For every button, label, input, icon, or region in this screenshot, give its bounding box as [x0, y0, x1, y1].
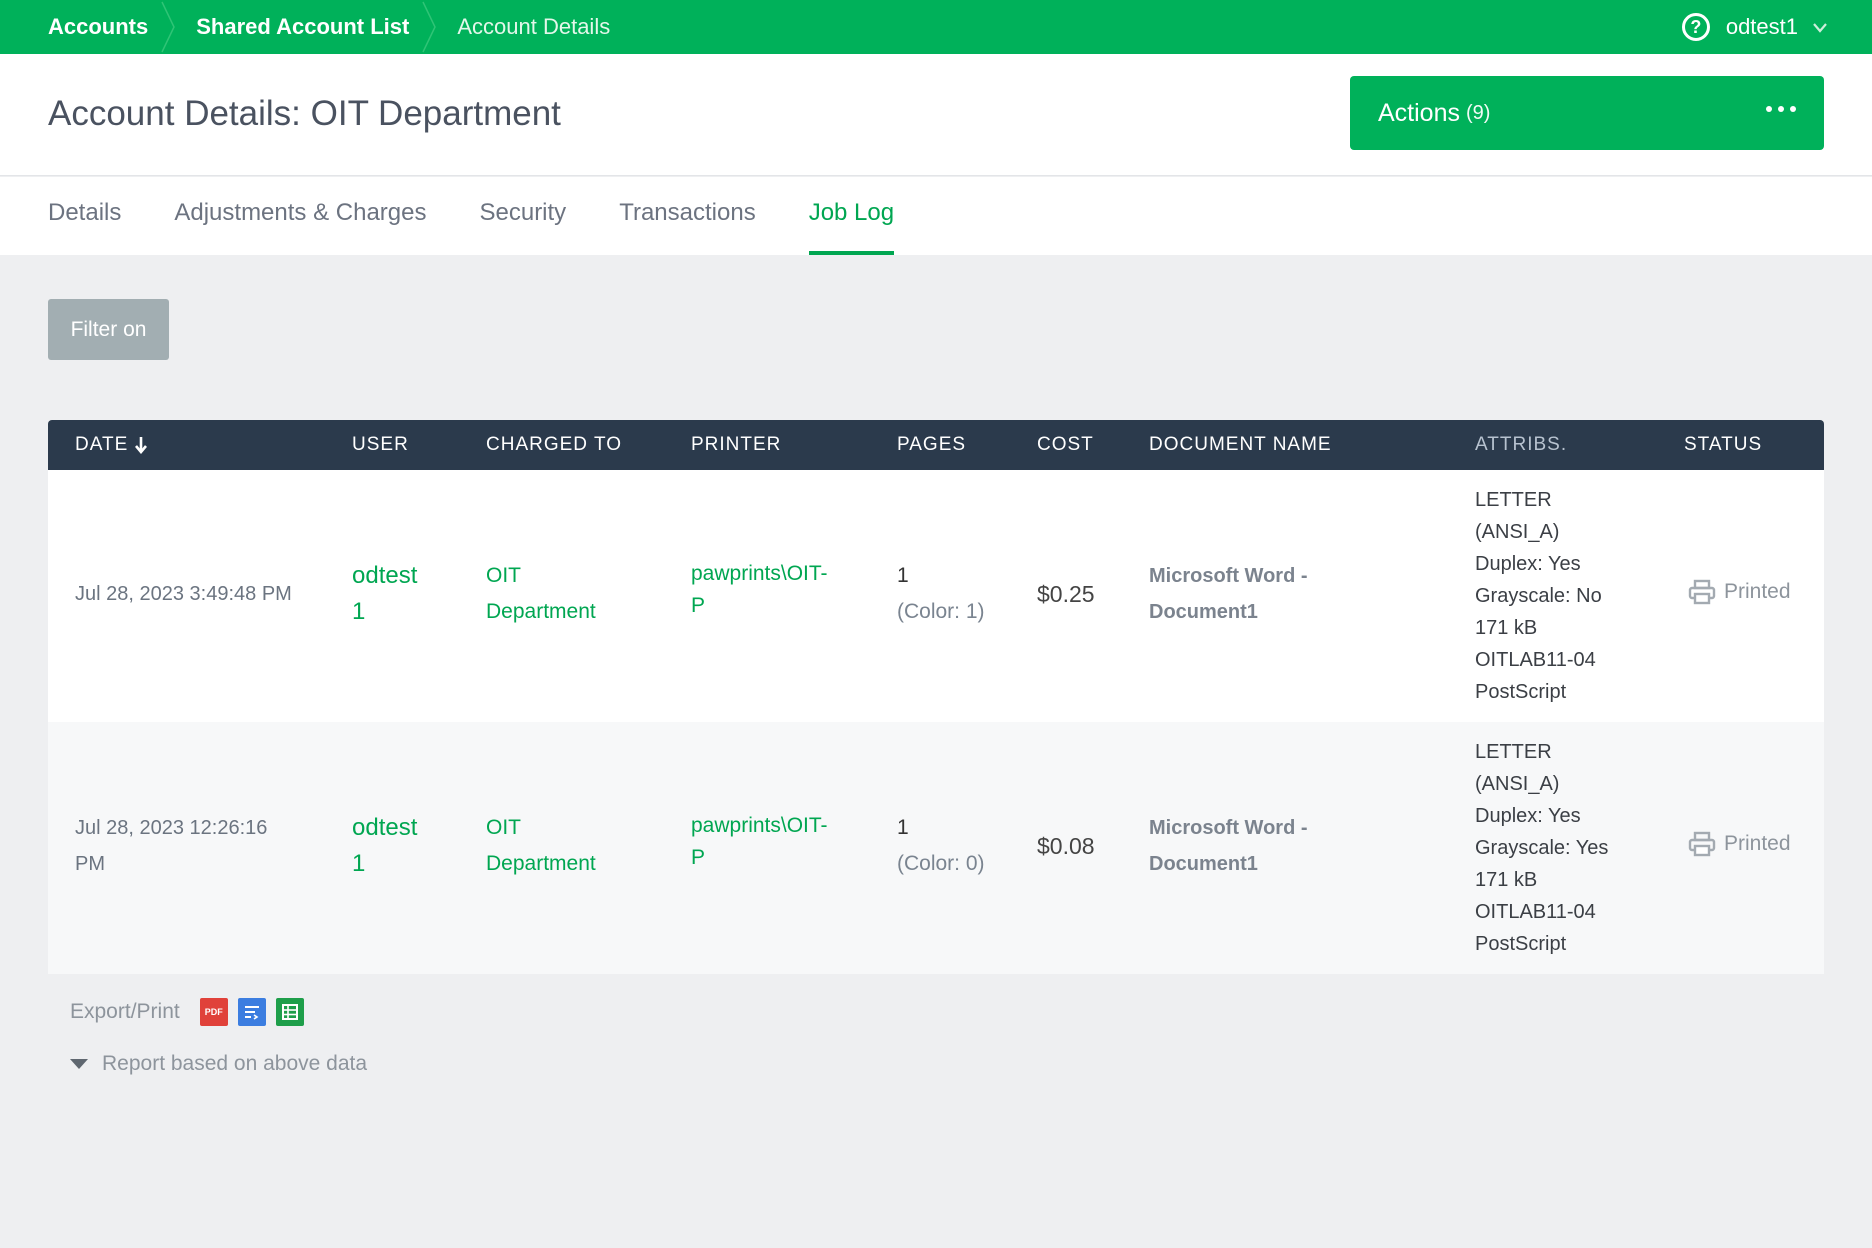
job-document-name: Microsoft Word - Document1: [1149, 565, 1308, 623]
page-title: Account Details: OIT Department: [48, 94, 561, 133]
table-row: Jul 28, 2023 3:49:48 PM odtest 1 OIT Dep…: [48, 470, 1824, 722]
tab-transactions[interactable]: Transactions: [619, 177, 756, 255]
help-circle-icon[interactable]: ?: [1681, 13, 1710, 41]
job-date: Jul 28, 2023 3:49:48 PM: [75, 583, 292, 605]
column-header-user[interactable]: USER: [352, 420, 409, 470]
caret-down-icon: [70, 1059, 88, 1069]
job-user-link[interactable]: odtest 1: [352, 558, 417, 630]
tab-bar: Details Adjustments & Charges Security T…: [0, 177, 1872, 255]
job-pages: 1 (Color: 1): [897, 564, 985, 623]
column-header-document-name[interactable]: DOCUMENT NAME: [1149, 420, 1332, 470]
job-date: Jul 28, 2023 12:26:16 PM: [75, 817, 268, 875]
actions-label: Actions: [1378, 98, 1460, 127]
filter-on-button[interactable]: Filter on: [48, 299, 169, 360]
user-menu[interactable]: ? odtest1: [1681, 0, 1828, 54]
breadcrumb-shared-account-list-label: Shared Account List: [196, 14, 410, 39]
job-cost: $0.25: [1037, 581, 1095, 607]
top-navigation-bar: Accounts Shared Account List Account Det…: [0, 0, 1872, 54]
job-log-table: DATE USER CHARGED TO PRINTER PAGES COST …: [48, 420, 1824, 974]
tab-security[interactable]: Security: [479, 177, 566, 255]
report-label: Report based on above data: [102, 1052, 368, 1075]
tab-job-log[interactable]: Job Log: [808, 177, 895, 255]
breadcrumb-separator-icon: [161, 1, 176, 53]
job-pages: 1 (Color: 0): [897, 816, 985, 875]
csv-icon[interactable]: [237, 998, 266, 1026]
job-printer-link[interactable]: pawprints\OIT- P: [691, 558, 828, 622]
printer-icon: [1688, 579, 1716, 605]
export-print-label: Export/Print: [70, 1000, 180, 1023]
actions-count: (9): [1465, 101, 1491, 124]
table-row: Jul 28, 2023 12:26:16 PM odtest 1 OIT De…: [48, 722, 1824, 974]
printer-icon: [1688, 831, 1716, 857]
job-attributes: LETTER (ANSI_A) Duplex: Yes Grayscale: Y…: [1475, 741, 1609, 955]
tab-details[interactable]: Details: [48, 177, 121, 255]
sort-descending-icon: [135, 437, 148, 454]
chevron-down-icon[interactable]: [1812, 19, 1828, 35]
breadcrumb-accounts-label: Accounts: [48, 14, 149, 39]
more-options-icon: [1766, 106, 1796, 112]
report-toggle[interactable]: Report based on above data: [70, 1052, 367, 1076]
job-status: Printed: [1688, 830, 1791, 858]
column-header-status[interactable]: STATUS: [1684, 420, 1762, 470]
table-header: DATE USER CHARGED TO PRINTER PAGES COST …: [48, 420, 1824, 470]
page-header: Account Details: OIT Department Actions …: [0, 54, 1872, 176]
job-charged-to-link[interactable]: OIT Department: [486, 558, 596, 630]
export-print-bar: Export/Print PDF: [70, 998, 304, 1026]
pdf-icon[interactable]: PDF: [199, 998, 228, 1026]
spreadsheet-grid-icon: [281, 1004, 298, 1020]
column-header-date[interactable]: DATE: [75, 420, 148, 470]
job-cost: $0.08: [1037, 833, 1095, 859]
column-header-attribs: ATTRIBS.: [1475, 434, 1568, 455]
breadcrumb-accounts[interactable]: Accounts: [0, 0, 176, 54]
breadcrumb-separator-icon: [422, 1, 437, 53]
column-header-charged-to[interactable]: CHARGED TO: [486, 420, 622, 470]
job-charged-to-link[interactable]: OIT Department: [486, 810, 596, 882]
job-user-link[interactable]: odtest 1: [352, 810, 417, 882]
breadcrumb-shared-account-list[interactable]: Shared Account List: [176, 0, 437, 54]
job-status: Printed: [1688, 578, 1791, 606]
tab-adjustments-charges[interactable]: Adjustments & Charges: [174, 177, 426, 255]
spreadsheet-icon[interactable]: [275, 998, 304, 1026]
username-label: odtest1: [1725, 14, 1798, 39]
csv-lines-icon: [244, 1006, 259, 1020]
breadcrumb-account-details-label: Account Details: [457, 14, 611, 39]
column-header-cost[interactable]: COST: [1037, 420, 1094, 470]
actions-button[interactable]: Actions (9): [1350, 76, 1824, 150]
job-document-name: Microsoft Word - Document1: [1149, 817, 1308, 875]
job-printer-link[interactable]: pawprints\OIT- P: [691, 810, 828, 874]
breadcrumb-account-details: Account Details: [437, 0, 638, 54]
column-header-pages[interactable]: PAGES: [897, 420, 966, 470]
column-header-printer[interactable]: PRINTER: [691, 420, 781, 470]
job-attributes: LETTER (ANSI_A) Duplex: Yes Grayscale: N…: [1475, 489, 1602, 703]
